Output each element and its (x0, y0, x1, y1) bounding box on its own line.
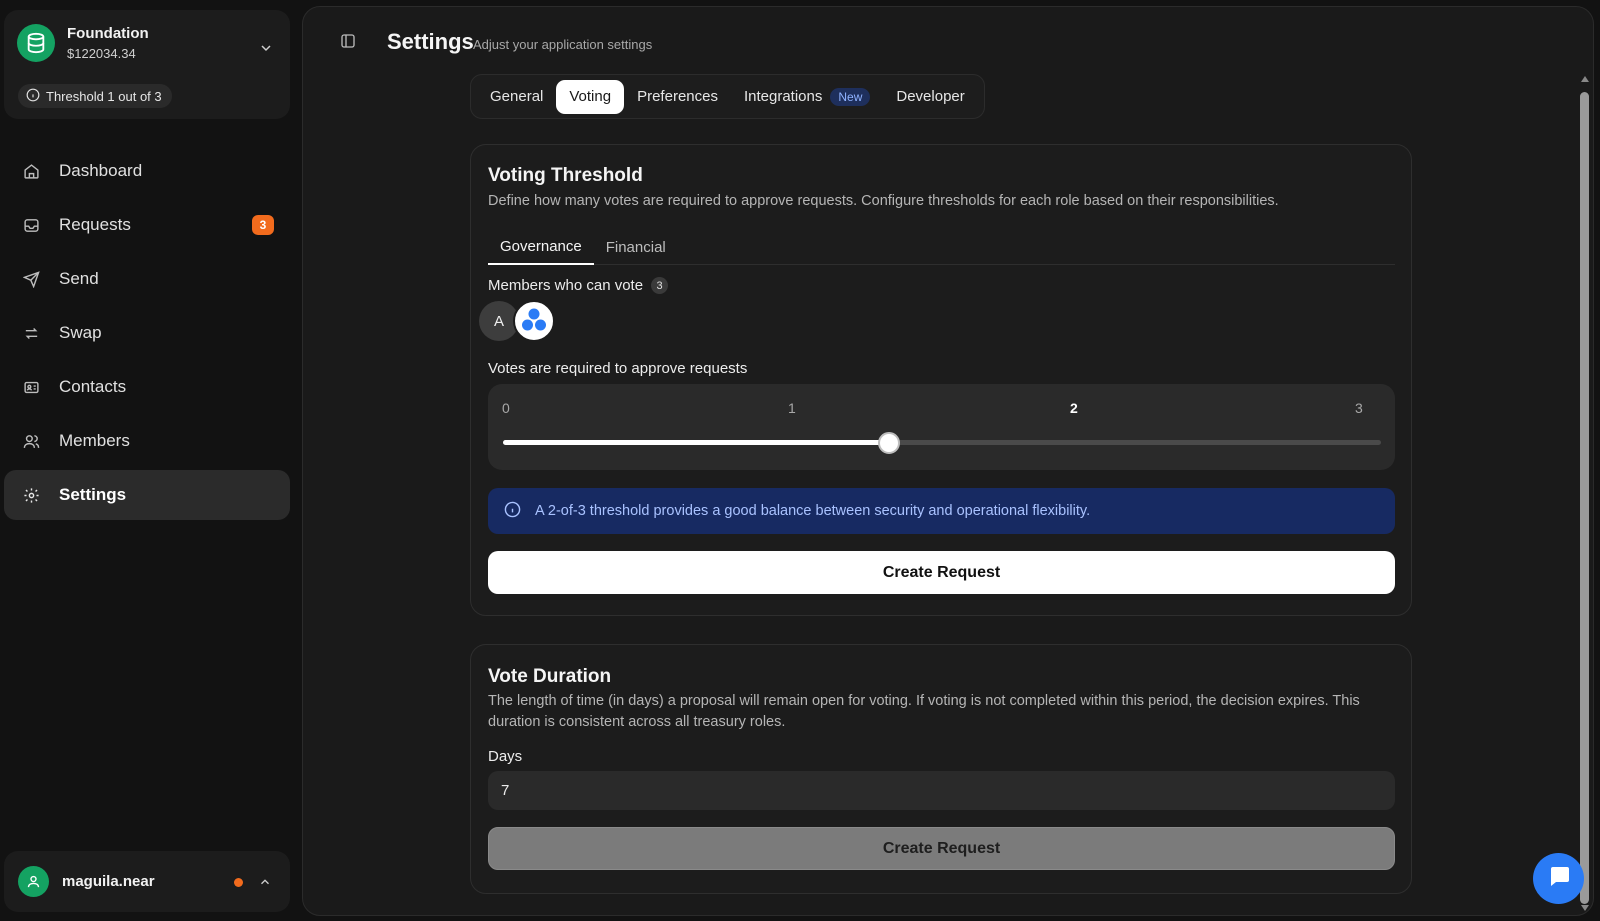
member-avatar-dots-icon[interactable] (513, 300, 555, 342)
create-request-button-disabled[interactable]: Create Request (488, 827, 1395, 870)
card-title: Voting Threshold (488, 165, 643, 186)
chat-support-button[interactable] (1533, 853, 1584, 904)
subtab-financial[interactable]: Financial (594, 229, 678, 265)
tab-preferences[interactable]: Preferences (624, 80, 731, 114)
card-description: Define how many votes are required to ap… (488, 193, 1279, 209)
tab-integrations[interactable]: Integrations New (731, 80, 883, 114)
card-description: The length of time (in days) a proposal … (488, 693, 1360, 730)
users-icon (21, 431, 41, 451)
chat-bubble-icon (1547, 864, 1571, 893)
create-request-button[interactable]: Create Request (488, 551, 1395, 594)
gear-icon (21, 485, 41, 505)
sidebar-item-settings[interactable]: Settings (4, 470, 290, 520)
tab-voting[interactable]: Voting (556, 79, 625, 114)
role-subtabs: Governance Financial (488, 229, 1395, 265)
sidebar-nav: Dashboard Requests 3 Send Swap Contacts … (4, 146, 290, 524)
status-dot (234, 878, 243, 887)
sidebar: Foundation $122034.34 Threshold 1 out of… (0, 0, 296, 921)
tab-developer[interactable]: Developer (883, 80, 977, 114)
sidebar-toggle-icon[interactable] (340, 33, 356, 54)
database-icon (17, 24, 55, 62)
threshold-info-alert: A 2-of-3 threshold provides a good balan… (488, 488, 1395, 534)
sidebar-item-label: Dashboard (59, 161, 143, 180)
main-panel: Settings Adjust your application setting… (302, 6, 1594, 916)
requests-count-badge: 3 (252, 215, 274, 235)
sidebar-item-label: Members (59, 431, 130, 450)
tab-general[interactable]: General (477, 80, 556, 114)
sidebar-item-members[interactable]: Members (4, 416, 290, 466)
slider-fill (503, 440, 890, 445)
user-avatar-icon (18, 866, 49, 897)
threshold-badge: Threshold 1 out of 3 (18, 84, 172, 108)
scroll-down-arrow-icon[interactable] (1581, 905, 1589, 911)
threshold-slider-container: 0 1 2 3 (488, 384, 1395, 470)
tab-label: Integrations (743, 88, 823, 105)
info-icon (504, 501, 521, 522)
sidebar-item-label: Settings (59, 485, 127, 504)
slider-tick: 3 (1355, 400, 1363, 416)
page-title: Settings (387, 29, 474, 54)
sidebar-item-label: Requests (59, 215, 131, 234)
slider-thumb[interactable] (878, 432, 901, 454)
user-account-menu[interactable]: maguila.near (4, 851, 290, 912)
new-badge: New (830, 87, 871, 106)
treasury-name: Foundation (67, 25, 149, 42)
subtab-governance[interactable]: Governance (488, 229, 594, 265)
vote-duration-card: Vote Duration The length of time (in day… (470, 644, 1412, 894)
home-icon (21, 161, 41, 181)
send-icon (21, 269, 41, 289)
info-text: A 2-of-3 threshold provides a good balan… (535, 503, 1091, 519)
settings-tabs: General Voting Preferences Integrations … (470, 74, 985, 119)
user-name: maguila.near (62, 873, 155, 890)
swap-icon (21, 323, 41, 343)
sidebar-item-contacts[interactable]: Contacts (4, 362, 290, 412)
chevron-down-icon[interactable] (258, 40, 274, 61)
chevron-up-icon[interactable] (258, 875, 272, 894)
sidebar-item-label: Send (59, 269, 99, 288)
members-label-text: Members who can vote (488, 277, 644, 294)
card-title: Vote Duration (488, 666, 612, 687)
sidebar-item-send[interactable]: Send (4, 254, 290, 304)
members-label: Members who can vote 3 (488, 277, 669, 294)
scrollbar[interactable] (1578, 76, 1592, 912)
votes-required-label: Votes are required to approve requests (488, 360, 748, 377)
slider-tick: 0 (502, 400, 510, 416)
inbox-icon (21, 215, 41, 235)
sidebar-item-requests[interactable]: Requests 3 (4, 200, 290, 250)
threshold-text: Threshold 1 out of 3 (46, 88, 162, 104)
sidebar-item-label: Swap (59, 323, 102, 342)
members-count-badge: 3 (651, 277, 669, 294)
sidebar-item-swap[interactable]: Swap (4, 308, 290, 358)
days-input[interactable] (488, 771, 1395, 810)
treasury-balance: $122034.34 (67, 46, 136, 61)
slider-tick: 2 (1070, 400, 1078, 416)
sidebar-item-dashboard[interactable]: Dashboard (4, 146, 290, 196)
scroll-up-arrow-icon[interactable] (1581, 76, 1589, 82)
page-subtitle: Adjust your application settings (473, 37, 653, 52)
sidebar-item-label: Contacts (59, 377, 127, 396)
voting-threshold-card: Voting Threshold Define how many votes a… (470, 144, 1412, 616)
contact-card-icon (21, 377, 41, 397)
treasury-selector[interactable]: Foundation $122034.34 Threshold 1 out of… (4, 10, 290, 119)
days-label: Days (488, 748, 523, 765)
info-icon (26, 88, 40, 105)
slider-tick: 1 (788, 400, 796, 416)
scroll-thumb[interactable] (1580, 92, 1589, 904)
slider-track[interactable] (503, 432, 1381, 454)
